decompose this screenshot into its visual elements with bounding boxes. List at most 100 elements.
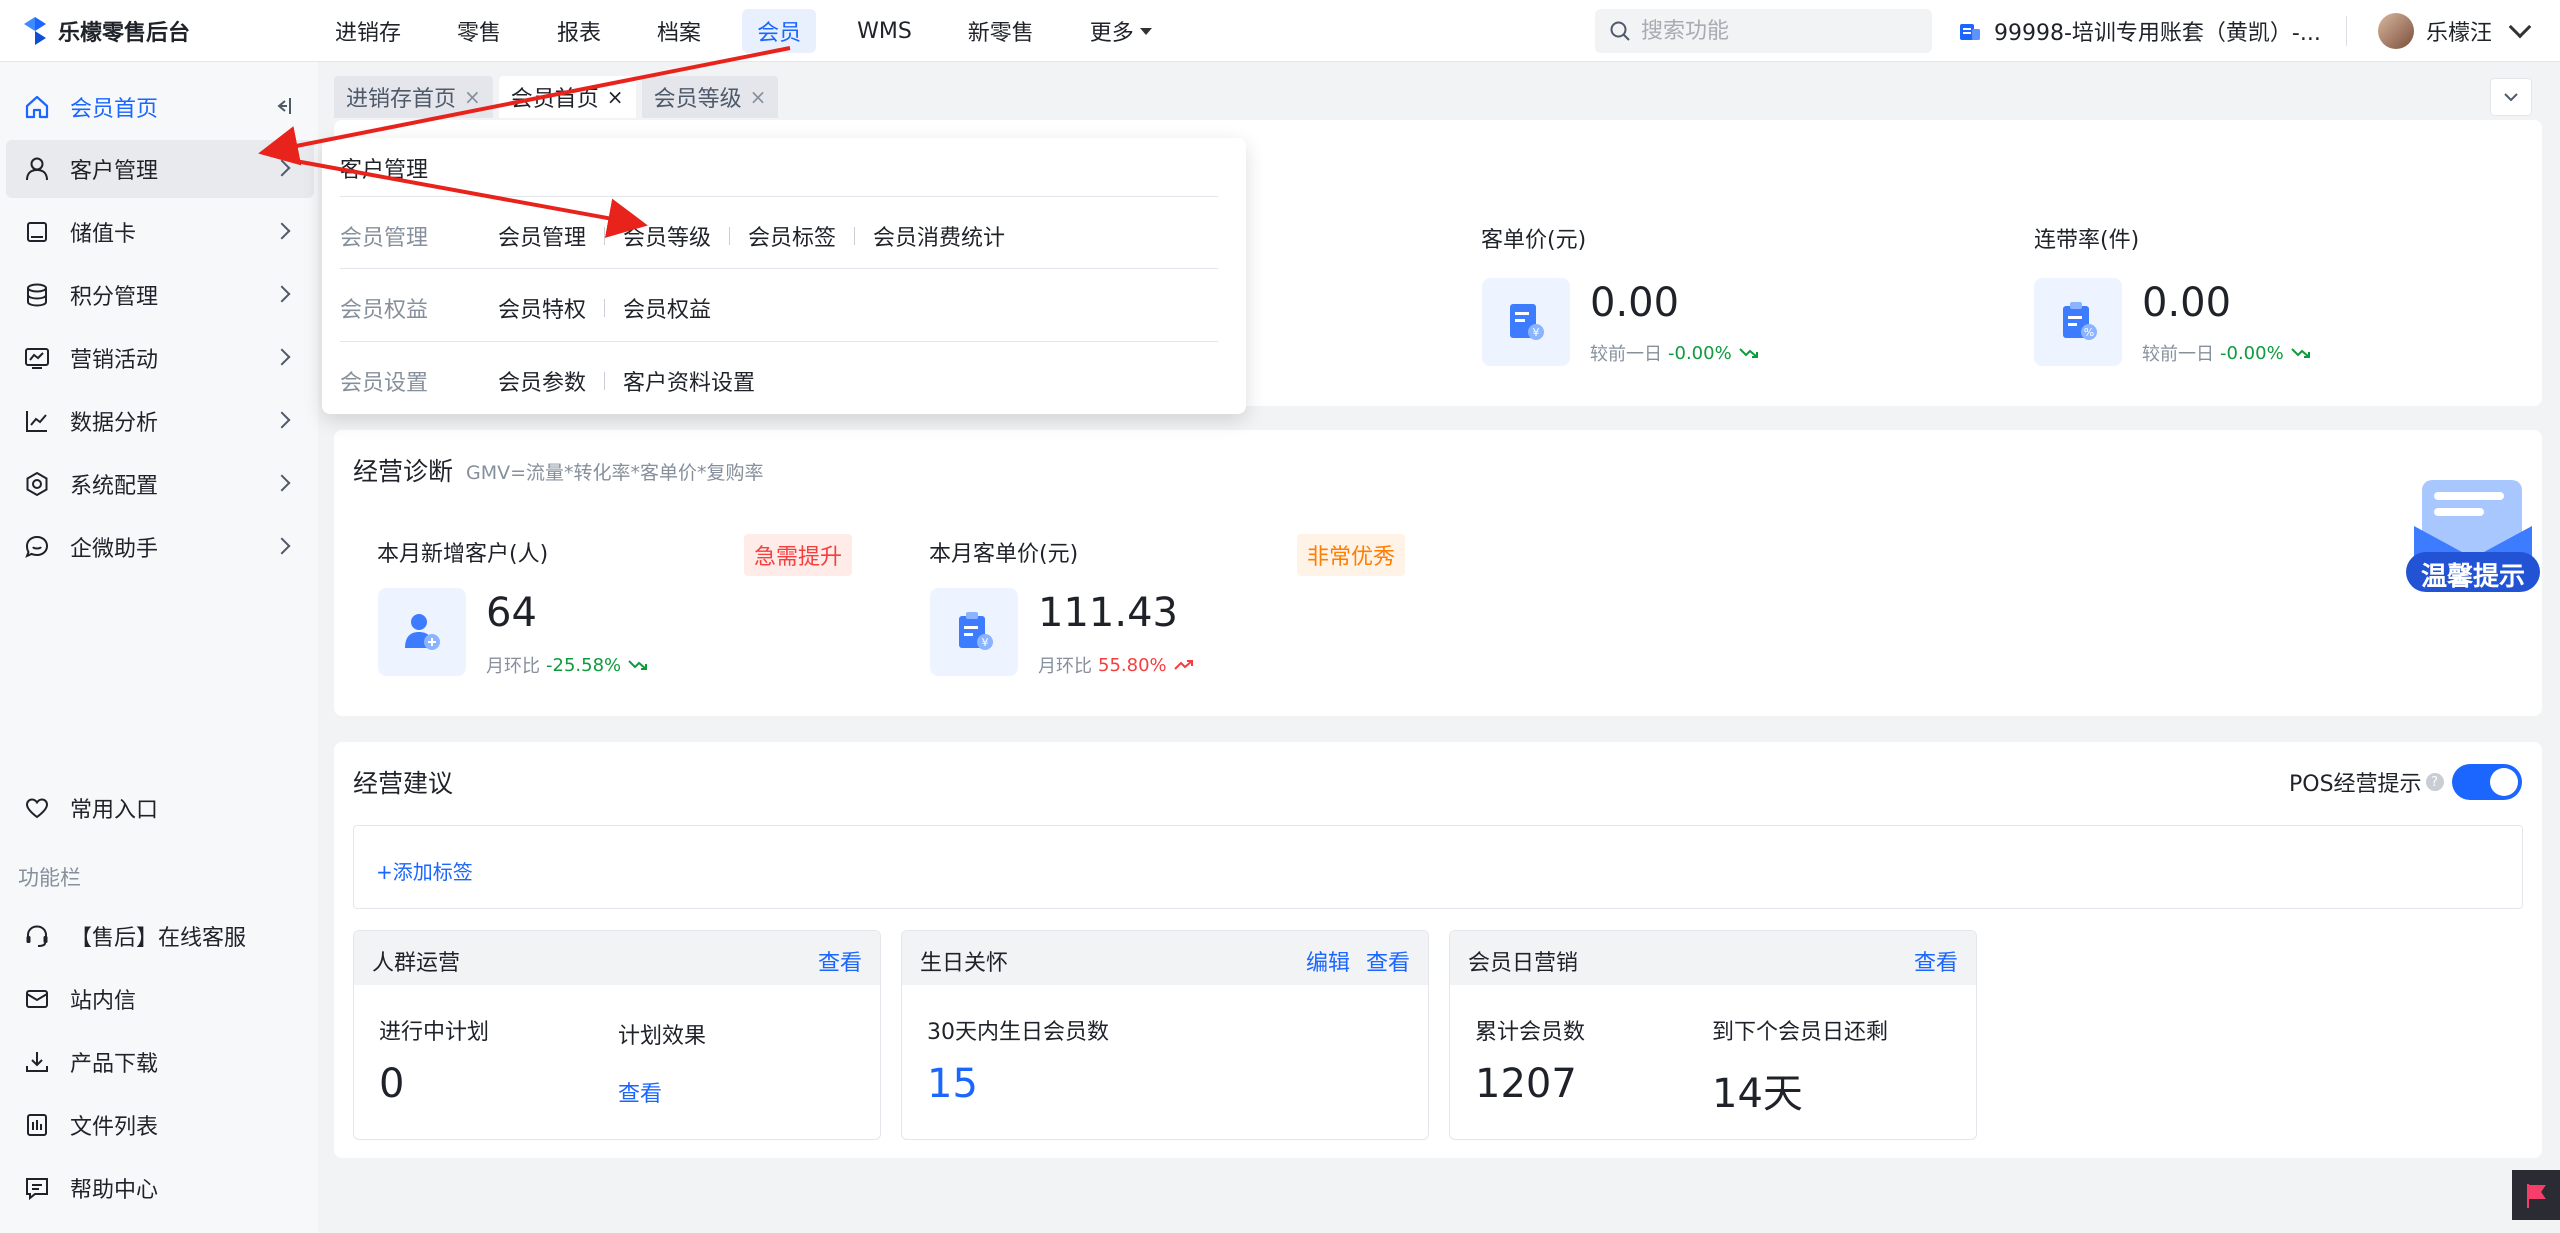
view-link[interactable]: 查看 <box>1366 945 1410 977</box>
svg-text:%: % <box>2084 326 2094 339</box>
nav-item-retail[interactable]: 零售 <box>442 9 516 53</box>
flyout-row: 会员特权 会员权益 <box>498 292 729 324</box>
menu-item-member-management[interactable]: 会员管理 <box>498 220 604 252</box>
tag-box: +添加标签 <box>353 825 2523 909</box>
compare-label: 月环比 <box>1038 656 1092 677</box>
metric-label: 本月客单价(元) <box>929 542 1079 567</box>
settings-icon <box>22 469 52 499</box>
warm-tip-widget[interactable]: 温馨提示 <box>2404 466 2542 598</box>
customer-management-flyout: 客户管理 会员管理 会员管理 会员等级 会员标签 会员消费统计 会员权益 会员特… <box>322 138 1246 414</box>
chevron-right-icon <box>273 285 291 303</box>
view-link[interactable]: 查看 <box>1914 945 1958 977</box>
sidebar-item-label: 客户管理 <box>70 159 159 184</box>
sidebar-item-data-analysis[interactable]: 数据分析 <box>6 392 314 450</box>
sidebar-item-member-home[interactable]: 会员首页 <box>6 78 314 136</box>
nav-item-inventory[interactable]: 进销存 <box>320 9 416 53</box>
search-box[interactable] <box>1595 9 1932 53</box>
compare-label: 较前一日 <box>2142 344 2214 365</box>
tabs-overflow-button[interactable] <box>2490 78 2532 116</box>
chevron-down-icon <box>2508 15 2532 39</box>
tab-inventory-home[interactable]: 进销存首页 × <box>334 76 493 118</box>
nav-item-wms[interactable]: WMS <box>842 9 927 53</box>
menu-item-member-spending-stats[interactable]: 会员消费统计 <box>873 220 1023 252</box>
menu-item-customer-profile-settings[interactable]: 客户资料设置 <box>623 365 773 397</box>
field-label: 到下个会员日还剩 <box>1712 1020 1889 1045</box>
tab-label: 会员等级 <box>653 87 742 112</box>
nav-item-new-retail[interactable]: 新零售 <box>953 9 1049 53</box>
flag-icon <box>2527 1184 2546 1208</box>
field-label: 累计会员数 <box>1475 1020 1586 1045</box>
flyout-category: 会员设置 <box>340 371 429 396</box>
sub-card-title: 会员日营销 <box>1468 951 1579 976</box>
sidebar-item-stored-value-card[interactable]: 储值卡 <box>6 203 314 261</box>
sidebar-item-online-service[interactable]: 【售后】在线客服 <box>6 907 314 965</box>
menu-item-member-parameters[interactable]: 会员参数 <box>498 365 604 397</box>
help-icon[interactable]: ? <box>2425 773 2444 791</box>
kpi-value: 0.00 <box>1590 280 1680 326</box>
sidebar-item-customer-management[interactable]: 客户管理 <box>6 140 314 198</box>
close-icon[interactable]: × <box>750 85 767 109</box>
sidebar-item-system-config[interactable]: 系统配置 <box>6 455 314 513</box>
search-input[interactable] <box>1641 18 1901 44</box>
sub-card-title: 生日关怀 <box>920 951 1009 976</box>
add-tag-link[interactable]: +添加标签 <box>376 856 473 885</box>
menu-item-member-benefits[interactable]: 会员权益 <box>623 292 729 324</box>
sidebar-item-label: 帮助中心 <box>70 1178 159 1203</box>
nav-item-more[interactable]: 更多 <box>1075 9 1167 53</box>
separator <box>604 372 606 390</box>
sidebar-item-downloads[interactable]: 产品下载 <box>6 1033 314 1091</box>
sidebar-item-help-center[interactable]: 帮助中心 <box>6 1159 314 1217</box>
field-value: 1207 <box>1475 1061 1577 1107</box>
close-icon[interactable]: × <box>464 85 481 109</box>
file-list-icon <box>22 1110 52 1140</box>
card-title: 经营建议 <box>353 769 454 798</box>
sidebar-item-file-list[interactable]: 文件列表 <box>6 1096 314 1154</box>
sidebar-item-marketing[interactable]: 营销活动 <box>6 329 314 387</box>
field-value: 0 <box>379 1061 405 1107</box>
field-value[interactable]: 15 <box>927 1061 978 1107</box>
menu-item-member-level[interactable]: 会员等级 <box>623 220 729 252</box>
sidebar-item-label: 常用入口 <box>70 798 159 823</box>
tab-member-home[interactable]: 会员首页 × <box>498 76 636 118</box>
compare-label: 较前一日 <box>1590 344 1662 365</box>
menu-item-member-privileges[interactable]: 会员特权 <box>498 292 604 324</box>
tab-member-level[interactable]: 会员等级 × <box>641 76 779 118</box>
collapse-sidebar-icon[interactable] <box>270 94 294 124</box>
plan-effect-view-link[interactable]: 查看 <box>618 1076 662 1108</box>
logo-icon <box>24 17 46 45</box>
account-switcher[interactable]: 99998-培训专用账套（黄凯）-... <box>1958 12 2321 50</box>
menu-item-member-tags[interactable]: 会员标签 <box>748 220 854 252</box>
chat-bubble-icon <box>22 532 52 562</box>
card-title: 经营诊断 <box>353 457 454 486</box>
sub-card-title: 人群运营 <box>372 951 461 976</box>
sidebar-item-inbox[interactable]: 站内信 <box>6 970 314 1028</box>
diagnosis-card: 经营诊断 GMV=流量*转化率*客单价*复购率 本月新增客户(人) 急需提升 6… <box>334 430 2542 716</box>
member-day-card: 会员日营销 查看 累计会员数 1207 到下个会员日还剩 14天 <box>1449 930 1977 1140</box>
add-user-icon <box>378 588 466 676</box>
sidebar-item-points[interactable]: 积分管理 <box>6 266 314 324</box>
user-menu[interactable]: 乐檬汪 <box>2378 10 2532 52</box>
trend-down-icon <box>628 660 648 670</box>
feedback-button[interactable] <box>2512 1170 2560 1220</box>
edit-link[interactable]: 编辑 <box>1306 945 1350 977</box>
app-logo[interactable]: 乐檬零售后台 <box>22 14 190 48</box>
sidebar-item-favorites[interactable]: 常用入口 <box>6 779 314 837</box>
sidebar-item-label: 文件列表 <box>70 1115 159 1140</box>
chevron-right-icon <box>273 222 291 240</box>
nav-item-archives[interactable]: 档案 <box>642 9 716 53</box>
line-chart-icon <box>22 406 52 436</box>
field-value: 14天 <box>1712 1071 1803 1117</box>
sub-card-header: 会员日营销 查看 <box>1450 931 1976 985</box>
change-value: 55.80% <box>1098 654 1167 676</box>
view-link[interactable]: 查看 <box>818 945 862 977</box>
sidebar-item-wecom-assistant[interactable]: 企微助手 <box>6 518 314 576</box>
nav-item-member[interactable]: 会员 <box>742 9 817 53</box>
close-icon[interactable]: × <box>607 85 624 109</box>
separator <box>604 227 606 245</box>
pos-tip-toggle[interactable] <box>2452 764 2522 800</box>
avatar <box>2378 13 2414 49</box>
sidebar: 会员首页 客户管理 储值卡 积分管理 营销活动 数据分析 系统配置 企微助手 常… <box>0 62 318 1233</box>
svg-text:¥: ¥ <box>982 636 989 649</box>
tab-label: 进销存首页 <box>346 87 457 112</box>
nav-item-reports[interactable]: 报表 <box>542 9 616 53</box>
